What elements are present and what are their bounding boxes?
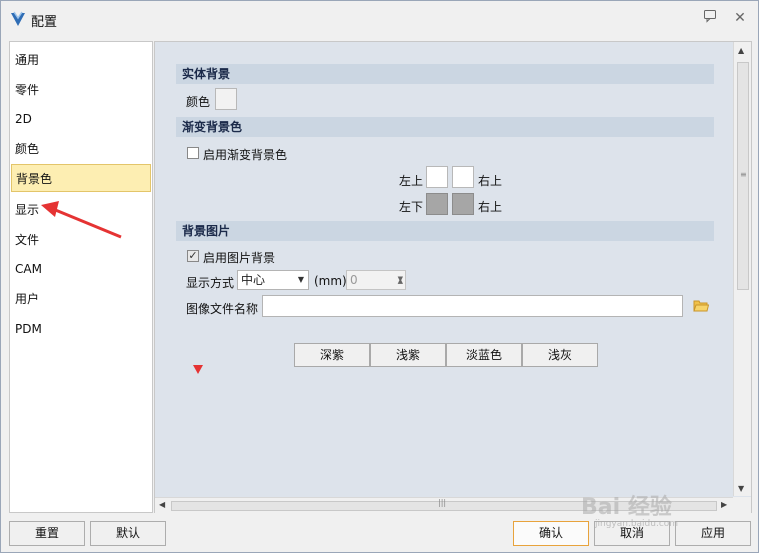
sidebar-item-color[interactable]: 颜色 [11, 135, 151, 163]
solid-color-label: 颜色 [186, 95, 211, 109]
reset-button[interactable]: 重置 [9, 521, 85, 546]
category-sidebar: 通用 零件 2D 颜色 背景色 显示 文件 CAM 用户 PDM [9, 41, 153, 513]
vertical-scrollbar[interactable]: ▲ ≡ ▼ [733, 42, 751, 496]
window-title: 配置 [31, 15, 58, 30]
section-gradient-bg: 渐变背景色 [176, 117, 714, 137]
spin-down-icon[interactable]: ▼ [398, 270, 403, 288]
watermark-text: Bai 经验 [581, 495, 672, 520]
display-mode-label: 显示方式 [186, 276, 235, 290]
enable-gradient-label: 启用渐变背景色 [203, 148, 288, 162]
folder-open-icon[interactable] [693, 299, 709, 313]
top-left-swatch[interactable] [426, 166, 448, 188]
enable-image-bg-checkbox[interactable]: ✓ [187, 250, 199, 262]
annotation-arrow [41, 201, 122, 239]
baidu-watermark: Bai 经验 jingyan.baidu.com [581, 489, 731, 529]
sidebar-item-part[interactable]: 零件 [11, 76, 151, 104]
solid-color-swatch[interactable] [215, 88, 237, 110]
bottom-right-label: 右上 [478, 200, 503, 214]
display-mode-value: 中心 [241, 273, 266, 287]
preset-light-purple-button[interactable]: 浅紫 [370, 343, 446, 367]
bottom-left-label: 左下 [399, 200, 424, 214]
title-bar: 配置 ✕ [1, 1, 758, 37]
annotation-marker [193, 365, 203, 374]
preset-light-gray-button[interactable]: 浅灰 [522, 343, 598, 367]
scroll-corner [733, 497, 751, 513]
close-icon[interactable]: ✕ [731, 9, 749, 27]
grip-icon: ≡ [740, 170, 747, 179]
ok-button[interactable]: 确认 [513, 521, 589, 546]
bottom-right-swatch[interactable] [452, 193, 474, 215]
sidebar-item-cam[interactable]: CAM [11, 255, 151, 283]
preset-pale-blue-button[interactable]: 淡蓝色 [446, 343, 522, 367]
app-logo-icon [11, 11, 25, 26]
sidebar-item-general[interactable]: 通用 [11, 46, 151, 74]
chevron-down-icon: ▼ [297, 275, 304, 284]
enable-gradient-checkbox[interactable] [187, 147, 199, 159]
preset-dark-purple-button[interactable]: 深紫 [294, 343, 370, 367]
default-button[interactable]: 默认 [90, 521, 166, 546]
top-right-label: 右上 [478, 174, 503, 188]
scroll-up-icon[interactable]: ▲ [738, 46, 744, 55]
top-left-label: 左上 [399, 174, 424, 188]
size-value: 0 [350, 273, 358, 287]
settings-panel: 实体背景 颜色 渐变背景色 启用渐变背景色 左上 右上 左下 右上 背景图片 ✓… [154, 41, 752, 513]
scroll-left-icon[interactable]: ◀ [159, 500, 165, 509]
scroll-down-icon[interactable]: ▼ [738, 484, 744, 493]
help-icon[interactable] [701, 9, 719, 27]
image-file-input[interactable] [262, 295, 683, 317]
section-image-bg: 背景图片 [176, 221, 714, 241]
display-mode-select[interactable]: 中心 ▼ [237, 270, 309, 290]
enable-image-bg-label: 启用图片背景 [203, 251, 276, 265]
size-spinner[interactable]: 0 ▲ ▼ [346, 270, 406, 290]
top-right-swatch[interactable] [452, 166, 474, 188]
sidebar-item-2d[interactable]: 2D [11, 105, 151, 133]
sidebar-item-background[interactable]: 背景色 [11, 164, 151, 192]
image-file-label: 图像文件名称 [186, 302, 259, 316]
unit-label: (mm) [314, 274, 347, 288]
grip-icon: ||| [438, 498, 447, 507]
sidebar-item-pdm[interactable]: PDM [11, 315, 151, 343]
section-solid-bg: 实体背景 [176, 64, 714, 84]
config-dialog: 配置 ✕ 通用 零件 2D 颜色 背景色 显示 文件 CAM 用户 PDM 实体… [0, 0, 759, 553]
watermark-url: jingyan.baidu.com [595, 519, 679, 529]
sidebar-item-user[interactable]: 用户 [11, 285, 151, 313]
bottom-left-swatch[interactable] [426, 193, 448, 215]
